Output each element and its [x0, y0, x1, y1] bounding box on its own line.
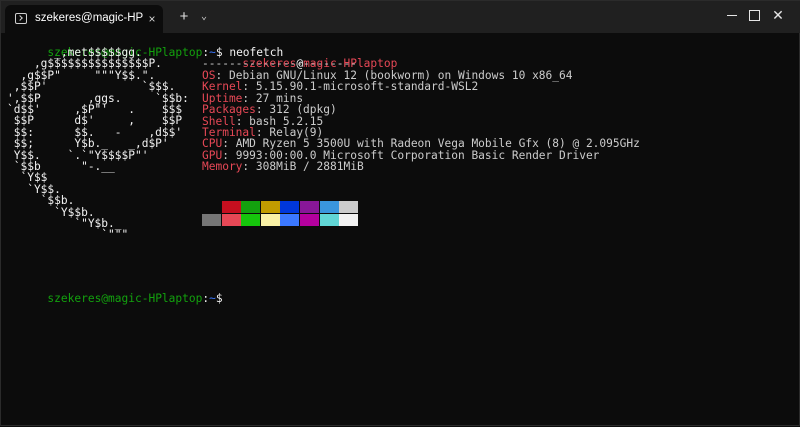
prompt-user-host: szekeres@magic-HPlaptop: [47, 291, 203, 305]
info-separator: -----------------------: [202, 57, 357, 70]
palette-swatch: [202, 213, 221, 226]
palette-swatch: [202, 201, 221, 213]
prompt-path: ~: [209, 291, 216, 305]
palette-swatch: [339, 201, 359, 213]
palette-swatch: [319, 201, 339, 213]
logo-line: `$$b.: [7, 194, 75, 208]
terminal-window: szekeres@magic-HPlaptop: ~ × + ⌄ ✕ szeke…: [0, 0, 800, 426]
palette-swatch: [241, 201, 261, 213]
close-icon: ✕: [772, 8, 784, 24]
palette-swatch: [300, 201, 319, 213]
tab-title: szekeres@magic-HPlaptop: ~: [35, 12, 143, 24]
terminal-icon: [15, 13, 27, 24]
info-key: Memory: [202, 160, 243, 174]
chevron-down-icon[interactable]: ⌄: [197, 7, 211, 27]
title-bar: szekeres@magic-HPlaptop: ~ × + ⌄ ✕: [1, 1, 800, 33]
palette-swatch: [280, 213, 300, 226]
close-button[interactable]: ✕: [755, 1, 800, 33]
tab-active[interactable]: szekeres@magic-HPlaptop: ~ ×: [5, 5, 163, 33]
palette-swatch: [260, 213, 280, 226]
palette-swatch: [221, 201, 241, 213]
logo-line: $$; Y$b._ _,d$P': [7, 137, 169, 151]
new-tab-button[interactable]: +: [177, 7, 191, 27]
terminal-output[interactable]: szekeres@magic-HPlaptop:~$ neofetch _,me…: [1, 33, 800, 427]
info-row: Memory: 308MiB / 2881MiB: [202, 161, 364, 173]
prompt-dollar: $: [215, 291, 223, 305]
palette-swatch: [300, 213, 319, 226]
prompt-line-2[interactable]: szekeres@magic-HPlaptop:~$: [7, 281, 223, 316]
logo-line: `""": [7, 228, 129, 242]
logo-line: ,$$P' `$$$.: [7, 80, 176, 94]
tab-close-icon[interactable]: ×: [145, 11, 159, 27]
palette-swatch: [339, 213, 359, 226]
palette-swatch: [280, 201, 300, 213]
info-key-separator: :: [242, 160, 256, 174]
palette-swatch: [241, 213, 261, 226]
palette-swatch: [319, 213, 339, 226]
palette-swatch: [221, 213, 241, 226]
palette-swatch: [260, 201, 280, 213]
info-value: 308MiB / 2881MiB: [255, 160, 364, 174]
